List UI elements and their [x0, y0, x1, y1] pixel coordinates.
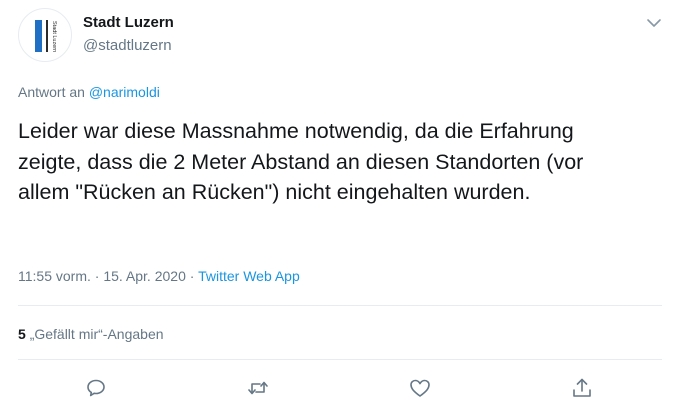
tweet-text: Leider war diese Massnahme notwendig, da… — [18, 119, 584, 204]
tweet-date[interactable]: 15. Apr. 2020 — [103, 268, 186, 284]
reply-icon[interactable] — [84, 376, 108, 400]
reply-prefix: Antwort an — [18, 84, 85, 100]
author-name[interactable]: Stadt Luzern — [83, 14, 174, 31]
likes-count: 5 — [18, 326, 26, 342]
tweet-source-link[interactable]: Twitter Web App — [198, 268, 300, 284]
avatar[interactable]: Stadt Luzern — [18, 8, 72, 62]
meta-separator: · — [94, 268, 100, 284]
reply-context: Antwort an @narimoldi — [18, 84, 160, 100]
like-icon[interactable] — [408, 376, 432, 400]
author-handle[interactable]: @stadtluzern — [83, 37, 172, 54]
retweet-icon[interactable] — [246, 376, 270, 400]
divider — [18, 305, 662, 306]
tweet-time[interactable]: 11:55 vorm. — [18, 268, 91, 284]
reply-mention-link[interactable]: @narimoldi — [89, 84, 160, 100]
chevron-down-icon[interactable] — [643, 12, 665, 34]
share-icon[interactable] — [570, 376, 594, 400]
likes-label: „Gefällt mir“-Angaben — [29, 326, 164, 342]
tweet-meta: 11:55 vorm. · 15. Apr. 2020 · Twitter We… — [18, 268, 300, 284]
divider — [18, 359, 662, 360]
tweet-card: Stadt Luzern Stadt Luzern @stadtluzern A… — [0, 0, 680, 415]
meta-separator: · — [189, 268, 195, 284]
stadt-luzern-logo: Stadt Luzern — [35, 20, 57, 52]
likes-stat[interactable]: 5 „Gefällt mir“-Angaben — [18, 326, 164, 342]
svg-text:Stadt Luzern: Stadt Luzern — [51, 21, 57, 52]
